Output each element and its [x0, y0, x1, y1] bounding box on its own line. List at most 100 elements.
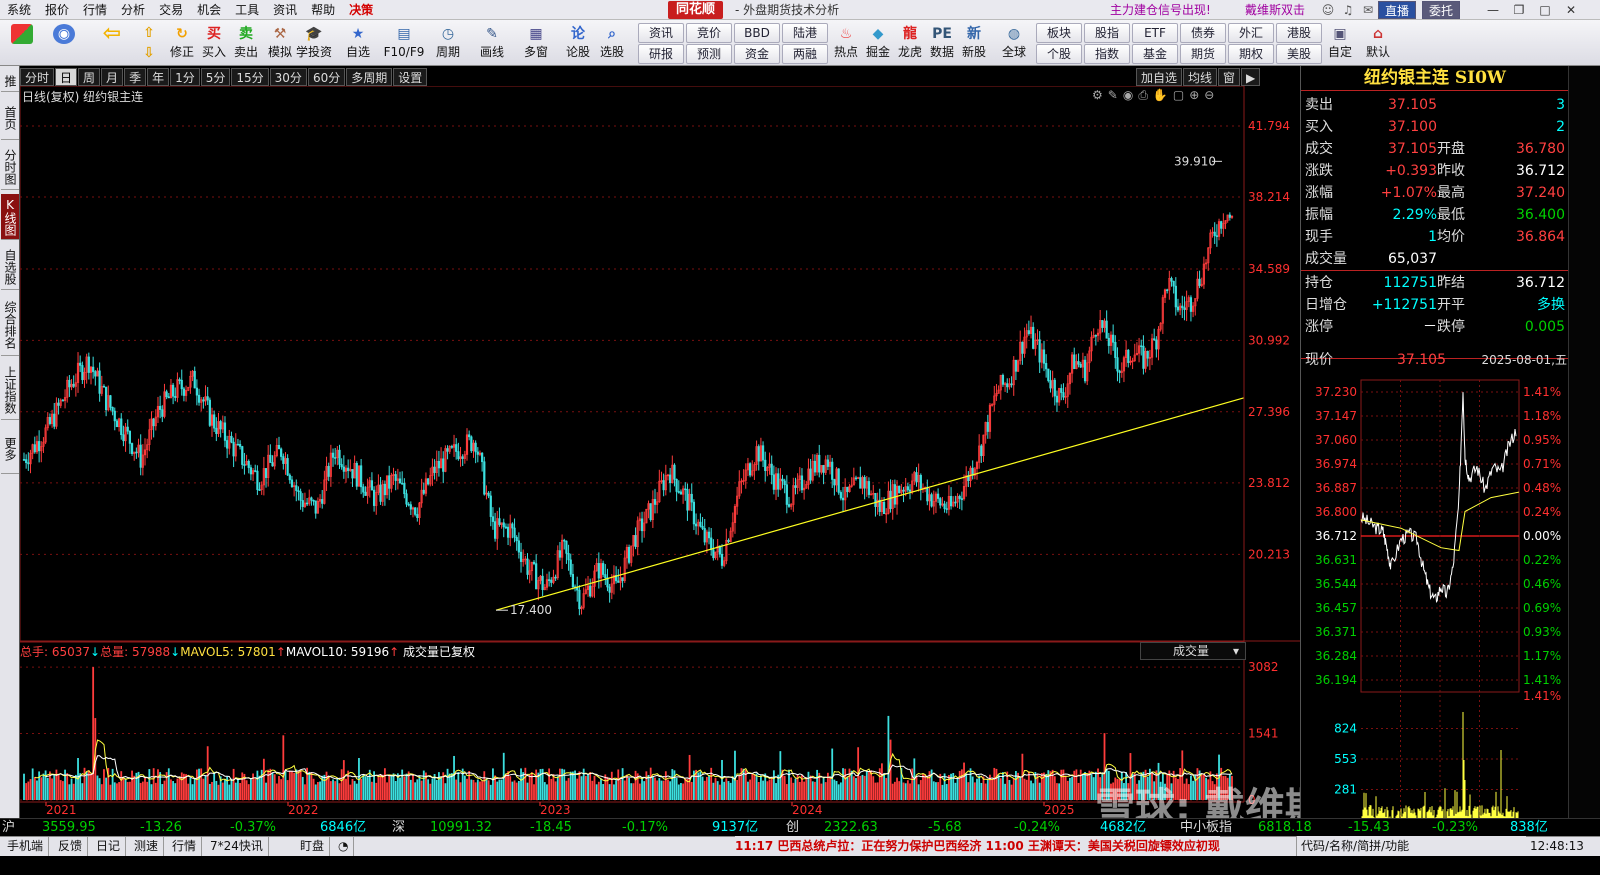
- period-tab-4[interactable]: 季: [124, 68, 147, 86]
- menu-decision[interactable]: 决策: [342, 0, 380, 20]
- period-tab-0[interactable]: 分时: [20, 68, 55, 86]
- arrow-down-icon[interactable]: ⇩: [138, 44, 160, 62]
- zoom-out-icon[interactable]: ⊖: [1204, 88, 1214, 103]
- tool-button-5[interactable]: ★ 自选: [342, 22, 374, 64]
- close-icon[interactable]: ✕: [1558, 1, 1584, 19]
- quick-grid1b-0[interactable]: 研报: [638, 44, 684, 64]
- tool2-button-5[interactable]: ◍ 全球: [998, 22, 1030, 64]
- entrust-button[interactable]: 委托: [1422, 1, 1461, 19]
- status-item-4[interactable]: 行情: [167, 837, 203, 856]
- layout-button[interactable]: [6, 22, 38, 64]
- left-tab-1[interactable]: 首页: [1, 96, 19, 140]
- menu-system[interactable]: 系统: [0, 0, 38, 20]
- menu-help[interactable]: 帮助: [304, 0, 342, 20]
- status-item-2[interactable]: 日记: [91, 837, 127, 856]
- quick-grid1b-3[interactable]: 两融: [782, 44, 828, 64]
- maximize-icon[interactable]: □: [1532, 1, 1558, 19]
- back-button[interactable]: ⇦: [96, 22, 128, 64]
- quick-grid2b-4[interactable]: 期权: [1228, 44, 1274, 64]
- quick-grid1b-1[interactable]: 预测: [686, 44, 732, 64]
- avatar-icon[interactable]: ☺: [1320, 2, 1336, 18]
- period-tab-5[interactable]: 年: [147, 68, 170, 86]
- quick-grid2b-2[interactable]: 基金: [1132, 44, 1178, 64]
- quick-grid2-5[interactable]: 港股: [1276, 23, 1322, 43]
- quick-grid2-4[interactable]: 外汇: [1228, 23, 1274, 43]
- zoom-in-icon[interactable]: ⊕: [1189, 88, 1199, 103]
- status-item-1[interactable]: 反馈: [53, 837, 89, 856]
- tool-button-8[interactable]: ✎ 画线: [476, 22, 508, 64]
- left-tab-4[interactable]: 自选股: [1, 244, 19, 290]
- status-item-3[interactable]: 测速: [129, 837, 165, 856]
- print-icon[interactable]: ⎙: [1138, 88, 1148, 103]
- live-button[interactable]: 直播: [1378, 1, 1417, 19]
- left-tab-7[interactable]: 更多: [1, 424, 19, 474]
- menu-tools[interactable]: 工具: [228, 0, 266, 20]
- index-cy-name[interactable]: 创: [786, 819, 799, 837]
- tool-button-9[interactable]: ▦ 多窗: [520, 22, 552, 64]
- period-tab-12[interactable]: 设置: [393, 68, 428, 86]
- status-item-5[interactable]: 7*24快讯: [205, 837, 269, 856]
- user-name[interactable]: 戴维斯双击: [1245, 0, 1305, 20]
- period-tab-11[interactable]: 多周期: [346, 68, 393, 86]
- quick-grid2-3[interactable]: 债券: [1180, 23, 1226, 43]
- mail-icon[interactable]: ✉: [1360, 2, 1376, 18]
- settings-icon[interactable]: ⚙: [1092, 88, 1103, 103]
- left-tab-2[interactable]: 分时图: [1, 144, 19, 190]
- kline-chart[interactable]: 41.794 38.214 34.589 30.992 27.396 23.812 20.2…: [20, 86, 1300, 818]
- chart-option-0[interactable]: 加自选: [1136, 68, 1183, 86]
- menu-trade[interactable]: 交易: [152, 0, 190, 20]
- right-scrollbar[interactable]: [1568, 66, 1600, 824]
- quick-grid2-0[interactable]: 板块: [1036, 23, 1082, 43]
- period-tab-3[interactable]: 月: [101, 68, 124, 86]
- left-tab-5[interactable]: 综合排名: [1, 294, 19, 356]
- status-item-6[interactable]: 盯盘: [295, 837, 331, 856]
- quick-grid2-1[interactable]: 股指: [1084, 23, 1130, 43]
- left-tab-6[interactable]: 上证指数: [1, 360, 19, 420]
- chat-bubble-icon[interactable]: ◔: [333, 837, 355, 856]
- chart-option-2[interactable]: 窗: [1218, 68, 1241, 86]
- tool-button-4[interactable]: 🎓 学投资: [296, 22, 332, 64]
- chart-option-1[interactable]: 均线: [1183, 68, 1218, 86]
- period-tab-8[interactable]: 15分: [231, 68, 269, 86]
- index-zx-name[interactable]: 中小板指: [1180, 819, 1232, 837]
- restore-icon[interactable]: ❐: [1506, 1, 1532, 19]
- indicator-select[interactable]: 成交量: [1140, 642, 1246, 660]
- eye-icon[interactable]: ◉: [1123, 88, 1133, 103]
- tool-button-6[interactable]: ▤ F10/F9: [384, 22, 425, 64]
- index-sh-name[interactable]: 沪: [2, 819, 15, 837]
- search-input[interactable]: 代码/名称/简拼/功能: [1296, 836, 1526, 856]
- news-ticker[interactable]: 11:17 巴西总统卢拉：正在努力保护巴西经济 11:00 王渊谭天：美国关税回…: [735, 836, 1220, 856]
- tool-button-11[interactable]: ⌕ 选股: [596, 22, 628, 64]
- chart-option-3[interactable]: ▶: [1241, 68, 1261, 86]
- left-tab-0[interactable]: 推荐: [1, 70, 19, 92]
- index-sz-name[interactable]: 深: [392, 819, 405, 837]
- tool3-button-0[interactable]: ▣ 自定: [1324, 22, 1356, 64]
- quick-grid2b-1[interactable]: 指数: [1084, 44, 1130, 64]
- square-icon[interactable]: ▢: [1173, 88, 1184, 103]
- quick-grid1-0[interactable]: 资讯: [638, 23, 684, 43]
- trend-line[interactable]: [495, 397, 1245, 611]
- bell-icon[interactable]: ♫: [1340, 2, 1356, 18]
- up-down-buttons[interactable]: ⇧ ⇩: [136, 22, 162, 64]
- menu-news[interactable]: 资讯: [266, 0, 304, 20]
- period-tab-6[interactable]: 1分: [170, 68, 200, 86]
- quick-grid2-2[interactable]: ETF: [1132, 23, 1178, 43]
- period-tab-9[interactable]: 30分: [269, 68, 307, 86]
- tool2-button-4[interactable]: 新新股: [958, 22, 990, 64]
- menu-quote[interactable]: 报价: [38, 0, 76, 20]
- status-item-0[interactable]: 手机端: [2, 837, 50, 856]
- period-tab-1[interactable]: 日: [55, 68, 78, 86]
- robot-button[interactable]: ◉: [48, 22, 80, 64]
- quick-grid2b-3[interactable]: 期货: [1180, 44, 1226, 64]
- menu-analysis[interactable]: 分析: [114, 0, 152, 20]
- minimize-icon[interactable]: —: [1480, 1, 1506, 19]
- draw-pen-icon[interactable]: ✎: [1108, 88, 1118, 103]
- arrow-up-icon[interactable]: ⇧: [138, 24, 160, 42]
- period-tab-2[interactable]: 周: [78, 68, 101, 86]
- tool-button-7[interactable]: ◷ 周期: [432, 22, 464, 64]
- quick-grid2b-5[interactable]: 美股: [1276, 44, 1322, 64]
- quick-grid1b-2[interactable]: 资金: [734, 44, 780, 64]
- quick-grid1-3[interactable]: 陆港: [782, 23, 828, 43]
- menu-market[interactable]: 行情: [76, 0, 114, 20]
- quick-grid2b-0[interactable]: 个股: [1036, 44, 1082, 64]
